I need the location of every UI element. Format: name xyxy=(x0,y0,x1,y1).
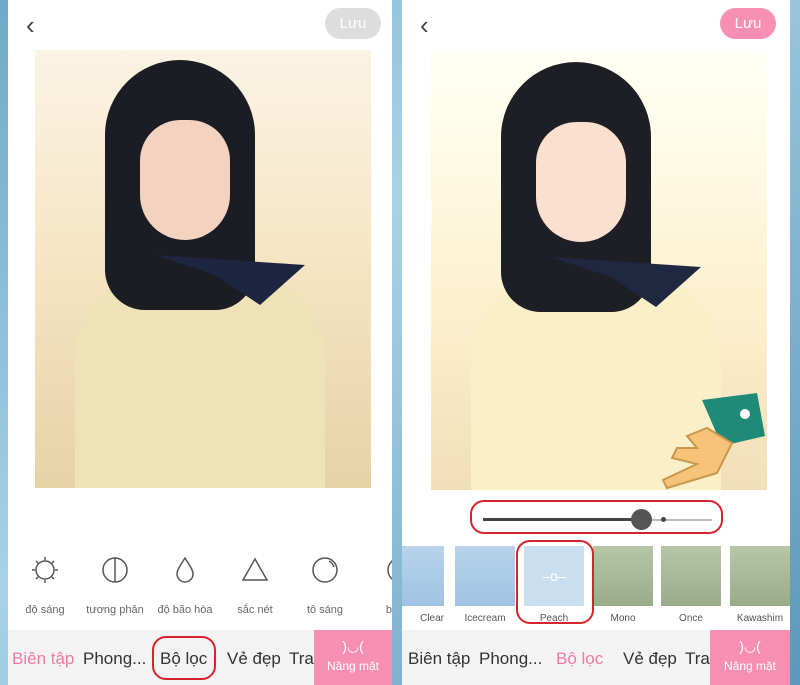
tab-edit[interactable]: Biên tập xyxy=(12,649,74,669)
face-contour-icon: )◡( xyxy=(342,638,364,654)
back-button[interactable]: ‹ xyxy=(26,10,35,41)
tool-contrast[interactable]: tương phản xyxy=(80,555,150,616)
photo-preview xyxy=(35,50,371,488)
chevron-left-icon: ‹ xyxy=(26,10,35,40)
tab-edit[interactable]: Biên tập xyxy=(408,649,470,669)
highlight-box-slider xyxy=(470,500,723,534)
face-lift-button[interactable]: )◡(Nâng mặt xyxy=(710,630,790,685)
filter-mono[interactable]: Mono xyxy=(593,546,653,624)
sharpness-triangle-icon xyxy=(241,557,269,581)
chevron-left-icon: ‹ xyxy=(420,10,429,40)
filter-once[interactable]: Once xyxy=(661,546,721,624)
tab-beauty[interactable]: Vẻ đẹp xyxy=(227,649,281,669)
filter-kawashim[interactable]: Kawashim xyxy=(730,546,790,624)
filter-intensity-slider[interactable] xyxy=(483,509,712,530)
tab-beauty[interactable]: Vẻ đẹp xyxy=(623,649,677,669)
default-marker xyxy=(661,517,666,522)
filter-icecream[interactable]: Icecream xyxy=(455,546,515,624)
tab-filter[interactable]: Bộ lọc xyxy=(556,649,603,669)
contrast-icon xyxy=(102,557,128,583)
save-button[interactable]: Lưu xyxy=(720,8,776,39)
tool-highlight[interactable]: tô sáng xyxy=(290,555,360,616)
face-contour-icon: )◡( xyxy=(739,638,761,654)
highlight-box-filter-tab xyxy=(152,636,216,680)
face-lift-button[interactable]: )◡(Nâng mặt xyxy=(314,630,392,685)
filter-clear[interactable]: Clear xyxy=(402,546,444,624)
highlight-circle-icon xyxy=(312,557,338,583)
shadow-icon xyxy=(387,560,392,580)
brightness-icon xyxy=(32,557,58,583)
tool-brightness[interactable]: độ sáng xyxy=(10,555,80,616)
tab-more[interactable]: Tra xyxy=(685,649,710,669)
tab-style[interactable]: Phong... xyxy=(479,649,542,669)
tool-shadow[interactable]: bón xyxy=(360,555,392,616)
slider-knob[interactable] xyxy=(631,509,652,530)
highlight-box-peach xyxy=(516,540,594,624)
pointing-hand-icon xyxy=(661,393,765,490)
save-button[interactable]: Lưu xyxy=(325,8,381,39)
tab-more[interactable]: Tra xyxy=(289,649,314,669)
tool-sharpness[interactable]: sắc nét xyxy=(220,555,290,616)
left-screen: ‹ Lưu độ sáng tương phản độ bão hòa sắc … xyxy=(8,0,392,685)
right-screen: ‹ Lưu Clear Icecream –o– Peach Mono Once … xyxy=(402,0,790,685)
back-button[interactable]: ‹ xyxy=(420,10,429,41)
tool-saturation[interactable]: độ bão hòa xyxy=(150,555,220,616)
saturation-drop-icon xyxy=(176,556,194,583)
tab-style[interactable]: Phong... xyxy=(83,649,146,669)
